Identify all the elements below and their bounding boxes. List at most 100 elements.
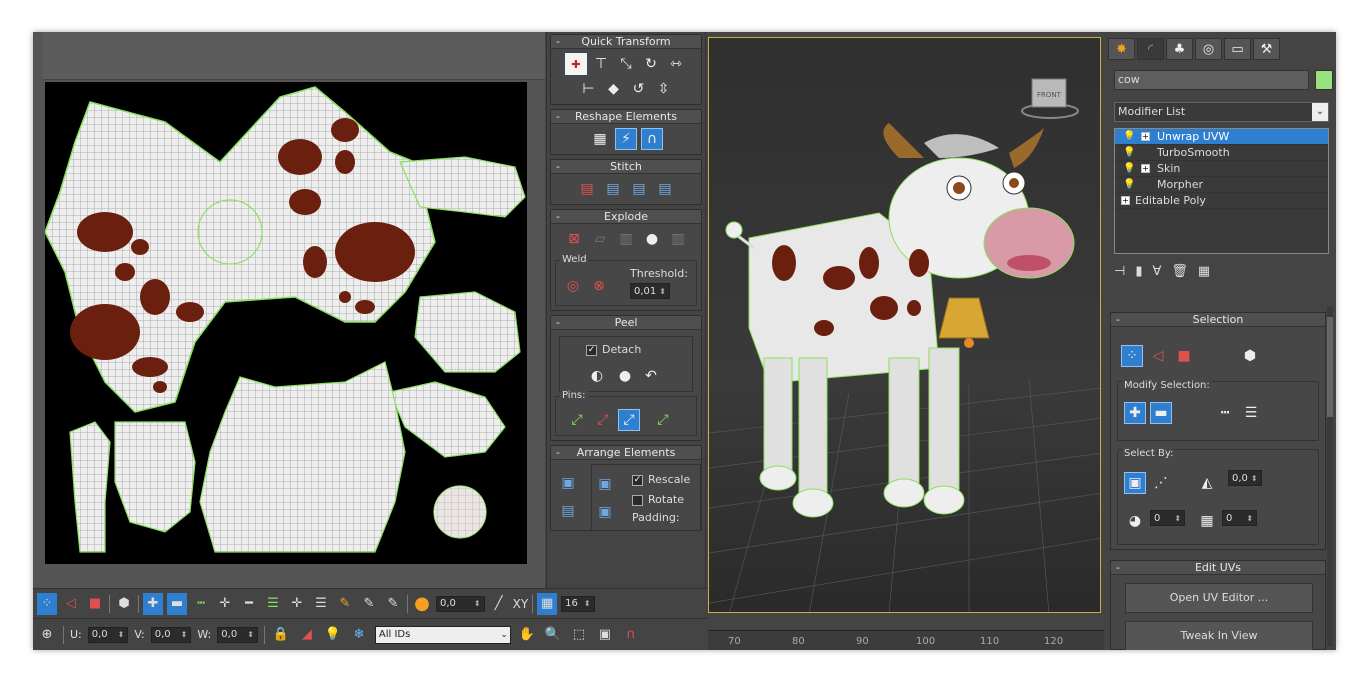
stitch-average-icon[interactable]: ▤ — [602, 178, 624, 200]
stack-item-morpher[interactable]: 💡 Morpher — [1115, 177, 1328, 193]
object-color-swatch[interactable] — [1315, 70, 1333, 90]
create-tab-icon[interactable]: ✸ — [1108, 38, 1135, 60]
stack-item-skin[interactable]: 💡 + Skin — [1115, 161, 1328, 177]
snap-icon[interactable]: ∩ — [621, 624, 641, 646]
stitch-custom-icon[interactable]: ▤ — [654, 178, 676, 200]
space-horizontal-icon[interactable]: ⇿ — [665, 53, 687, 75]
grow-selection-icon[interactable]: ✚ — [1124, 402, 1146, 424]
uv-canvas[interactable] — [45, 82, 527, 564]
face-select-icon[interactable]: ■ — [85, 593, 105, 615]
absolute-mode-icon[interactable]: ⊕ — [37, 624, 57, 646]
weld-selected-icon[interactable]: ⊗ — [588, 275, 610, 297]
grow-icon[interactable]: ✚ — [143, 592, 163, 615]
reshape-elements-title[interactable]: - Reshape Elements — [551, 110, 701, 124]
align-diagonal-icon[interactable]: ⤡ — [615, 53, 637, 75]
arrange-elements-title[interactable]: - Arrange Elements — [551, 446, 701, 460]
display-tab-icon[interactable]: ▭ — [1224, 38, 1251, 60]
brush-shrink-icon[interactable]: ✎ — [383, 593, 403, 615]
pan-icon[interactable]: ✋ — [517, 624, 537, 646]
shrink-selection-icon[interactable]: ▬ — [1150, 402, 1172, 424]
vertex-select-icon[interactable]: ⁘ — [37, 592, 57, 615]
perspective-viewport[interactable]: FRONT — [708, 37, 1101, 613]
zoom-icon[interactable]: 🔍 — [543, 624, 563, 646]
edge-select-icon[interactable]: ◁ — [61, 593, 81, 615]
planar-angle-icon[interactable]: ◭ — [1196, 472, 1218, 494]
falloff-spinner[interactable]: 0,0 ⬍ — [436, 595, 485, 612]
select-by-edge-loop-icon[interactable]: ⋰ — [1150, 472, 1172, 494]
bulb-icon[interactable]: 💡 — [1123, 129, 1135, 145]
edge-mode-icon[interactable]: ◁ — [1147, 345, 1169, 367]
reset-peel-icon[interactable]: ↶ — [640, 365, 662, 387]
bulb-icon[interactable]: 💡 — [1123, 145, 1135, 161]
modifier-list-dropdown[interactable]: Modifier List ⌄ — [1114, 102, 1329, 122]
loop-plus-icon[interactable]: ✛ — [287, 593, 307, 615]
grid-spinner[interactable]: 16 ⬍ — [561, 595, 595, 612]
peel-mode-icon[interactable]: ● — [614, 365, 636, 387]
weld-target-icon[interactable]: ◎ — [562, 275, 584, 297]
select-by-material-icon[interactable]: ▦ — [1196, 510, 1218, 532]
quick-peel-icon[interactable]: ◐ — [586, 365, 608, 387]
ring-grow-icon[interactable]: ┅ — [191, 593, 211, 615]
expand-icon[interactable]: + — [1121, 196, 1130, 205]
bulb-icon[interactable]: 💡 — [1123, 161, 1135, 177]
remove-modifier-icon[interactable]: 🗑 — [1171, 264, 1188, 279]
falloff-type-icon[interactable]: ╱ — [489, 593, 509, 615]
show-end-result-icon[interactable]: ▮ — [1135, 264, 1142, 279]
expand-icon[interactable]: + — [1141, 164, 1150, 173]
expand-icon[interactable]: + — [1141, 132, 1150, 141]
rotate-ccw-icon[interactable]: ↺ — [628, 78, 650, 100]
quick-transform-title[interactable]: - Quick Transform — [551, 35, 701, 49]
axis-label[interactable]: XY — [513, 593, 529, 615]
align-horizontal-icon[interactable]: ⊤ — [590, 53, 612, 75]
rescale-checkbox[interactable]: ✓ — [632, 474, 643, 486]
unhide-icon[interactable]: 💡 — [323, 624, 343, 646]
auto-pin-icon[interactable]: ⤢ — [618, 409, 640, 431]
soft-selection-icon[interactable]: ● — [412, 593, 432, 615]
hierarchy-tab-icon[interactable]: ♣ — [1166, 38, 1193, 60]
ring-plus-icon[interactable]: ✛ — [215, 593, 235, 615]
select-pins-icon[interactable]: ⤢ — [652, 409, 674, 431]
select-by-smoothing-icon[interactable]: ◕ — [1124, 510, 1146, 532]
straighten-selection-icon[interactable]: ▦ — [589, 128, 611, 150]
pin-selected-icon[interactable]: ⤢ — [566, 409, 588, 431]
v-spinner[interactable]: 0,0 ⬍ — [150, 626, 192, 643]
stack-item-unwrap-uvw[interactable]: 💡 + Unwrap UVW — [1115, 129, 1328, 145]
straighten-icon[interactable]: ◆ — [603, 78, 625, 100]
unpin-selected-icon[interactable]: ⤢ — [592, 409, 614, 431]
configure-sets-icon[interactable]: ▦ — [1198, 264, 1210, 279]
planar-angle-spinner[interactable]: 0,0 ⬍ — [1228, 470, 1262, 486]
select-by-element-icon[interactable]: ▣ — [1124, 472, 1146, 494]
selection-title[interactable]: - Selection — [1111, 313, 1325, 327]
utilities-tab-icon[interactable]: ⚒ — [1253, 38, 1280, 60]
threshold-spinner[interactable]: 0,01 ⬍ — [630, 283, 670, 299]
shrink-icon[interactable]: ▬ — [167, 592, 187, 615]
limit-selection-icon[interactable]: ▦ — [537, 592, 558, 615]
edit-uvs-title[interactable]: - Edit UVs — [1111, 561, 1325, 575]
ring-icon[interactable]: ┅ — [1214, 402, 1236, 424]
viewcube[interactable]: FRONT — [1020, 73, 1080, 126]
explode-title[interactable]: - Explode — [551, 210, 701, 224]
loop-minus-icon[interactable]: ☰ — [311, 593, 331, 615]
pack-normalize-icon[interactable]: ▣ — [557, 472, 579, 494]
element-select-icon[interactable]: ⬢ — [114, 593, 134, 615]
element-mode-icon[interactable]: ⬢ — [1239, 345, 1261, 367]
material-id-select[interactable]: All IDs ⌄ — [374, 625, 511, 644]
u-spinner[interactable]: 0,0 ⬍ — [87, 626, 129, 643]
make-unique-icon[interactable]: ∀ — [1152, 264, 1161, 279]
bulb-icon[interactable]: 💡 — [1123, 177, 1135, 193]
command-panel-scrollbar[interactable] — [1327, 307, 1333, 647]
break-icon[interactable]: ⊠ — [563, 228, 585, 250]
peel-title[interactable]: - Peel — [551, 316, 701, 330]
zoom-extents-icon[interactable]: ▣ — [595, 624, 615, 646]
flatten-by-material-icon[interactable]: ● — [641, 228, 663, 250]
rotate-checkbox[interactable] — [632, 494, 643, 506]
pack-together-icon[interactable]: ▤ — [557, 500, 579, 522]
smoothing-spinner[interactable]: 0 ⬍ — [1150, 510, 1186, 526]
open-uv-editor-button[interactable]: Open UV Editor ... — [1125, 583, 1313, 613]
stack-item-editable-poly[interactable]: + Editable Poly — [1115, 193, 1328, 209]
ring-minus-icon[interactable]: ━ — [239, 593, 259, 615]
pin-stack-icon[interactable]: ⊣ — [1114, 264, 1125, 279]
tweak-in-view-button[interactable]: Tweak In View — [1125, 621, 1313, 650]
scrollbar-thumb[interactable] — [1327, 317, 1333, 417]
w-spinner[interactable]: 0,0 ⬍ — [217, 626, 258, 643]
